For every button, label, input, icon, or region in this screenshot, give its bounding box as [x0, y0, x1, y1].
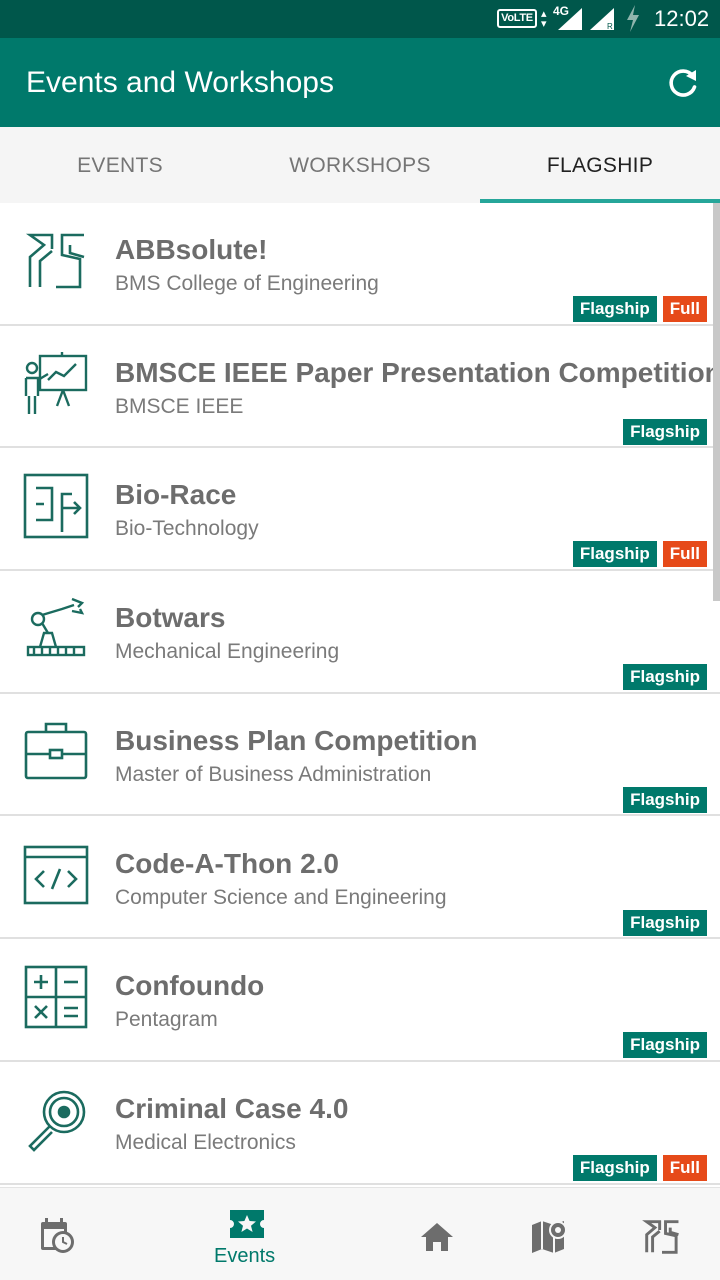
full-badge: Full — [662, 296, 707, 322]
flagship-badge: Flagship — [623, 909, 707, 936]
tab-flagship[interactable]: FLAGSHIP — [480, 127, 720, 203]
data-arrows-icon: ▴ ▾ — [541, 8, 547, 30]
events-star-icon — [230, 1210, 264, 1238]
nav-abbsolute[interactable] — [620, 1188, 710, 1280]
list-item[interactable]: Bio-Race Bio-Technology Flagship Full — [0, 448, 720, 572]
full-badge: Full — [662, 541, 707, 568]
page-title: Events and Workshops — [26, 66, 334, 99]
event-list[interactable]: ABBsolute! BMS College of Engineering Fl… — [0, 203, 720, 1185]
magnifier-icon — [28, 1090, 86, 1152]
scrollbar[interactable] — [713, 203, 720, 601]
nav-events-label: Events — [214, 1245, 276, 1267]
svg-text:R: R — [607, 22, 613, 30]
charging-icon — [627, 5, 639, 32]
abbsolute-logo-icon — [25, 233, 85, 289]
event-name: Business Plan Competition — [115, 724, 478, 756]
event-department: Computer Science and Engineering — [115, 885, 447, 909]
list-item[interactable]: Criminal Case 4.0 Medical Electronics Fl… — [0, 1061, 720, 1185]
bottom-navigation: Events — [0, 1187, 720, 1280]
calendar-clock-icon — [41, 1218, 74, 1253]
event-department: Bio-Technology — [115, 517, 259, 541]
flagship-badge: Flagship — [572, 1154, 657, 1181]
list-item[interactable]: Code-A-Thon 2.0 Computer Science and Eng… — [0, 816, 720, 940]
code-icon — [23, 845, 89, 904]
flagship-badge: Flagship — [623, 664, 707, 691]
event-department: Mechanical Engineering — [115, 640, 340, 664]
list-item[interactable]: Botwars Mechanical Engineering Flagship — [0, 571, 720, 694]
flagship-badge: Flagship — [572, 296, 657, 322]
status-bar: VoLTE ▴ ▾ 4G R 12:02 — [0, 0, 720, 38]
refresh-icon[interactable] — [662, 62, 704, 104]
nav-events[interactable]: Events — [150, 1188, 344, 1280]
abbsolute-logo-icon — [642, 1220, 679, 1254]
home-icon — [421, 1223, 453, 1251]
event-name: BMSCE IEEE Paper Presentation Competitio… — [115, 356, 720, 388]
flagship-badge: Flagship — [623, 786, 707, 813]
flagship-badge: Flagship — [572, 541, 657, 568]
event-name: Criminal Case 4.0 — [115, 1092, 349, 1124]
list-item[interactable]: ABBsolute! BMS College of Engineering Fl… — [0, 203, 720, 326]
full-badge: Full — [662, 1154, 707, 1181]
event-department: Pentagram — [115, 1008, 218, 1032]
tab-workshops[interactable]: WORKSHOPS — [240, 127, 480, 203]
signal-icon: R — [590, 8, 614, 30]
robot-arm-icon — [26, 597, 86, 657]
event-department: Master of Business Administration — [115, 762, 432, 786]
event-name: Code-A-Thon 2.0 — [115, 847, 339, 879]
signal-4g-icon — [558, 8, 582, 30]
event-name: ABBsolute! — [115, 234, 268, 265]
list-item[interactable]: Confoundo Pentagram Flagship — [0, 939, 720, 1062]
briefcase-icon — [24, 722, 88, 780]
flagship-badge: Flagship — [623, 418, 707, 445]
flagship-badge: Flagship — [623, 1032, 707, 1059]
event-department: BMS College of Engineering — [115, 272, 379, 295]
event-name: Botwars — [115, 602, 226, 634]
event-name: Bio-Race — [115, 479, 237, 511]
nav-map[interactable] — [510, 1188, 592, 1280]
presentation-icon — [24, 351, 88, 414]
list-item[interactable]: Business Plan Competition Master of Busi… — [0, 693, 720, 817]
calculator-icon — [24, 965, 88, 1029]
app-bar: Events and Workshops — [0, 38, 720, 127]
tab-events[interactable]: EVENTS — [0, 127, 240, 203]
nav-home[interactable] — [395, 1188, 477, 1280]
event-name: Confoundo — [115, 970, 265, 1002]
clock: 12:02 — [654, 6, 710, 31]
tab-bar: EVENTS WORKSHOPS FLAGSHIP — [0, 127, 720, 203]
event-department: Medical Electronics — [115, 1130, 296, 1154]
maze-icon — [23, 474, 89, 539]
event-department: BMSCE IEEE — [115, 394, 244, 418]
map-icon — [532, 1221, 567, 1253]
list-item[interactable]: BMSCE IEEE Paper Presentation Competitio… — [0, 325, 720, 449]
nav-schedule[interactable] — [0, 1188, 120, 1280]
volte-icon: VoLTE — [497, 9, 537, 28]
